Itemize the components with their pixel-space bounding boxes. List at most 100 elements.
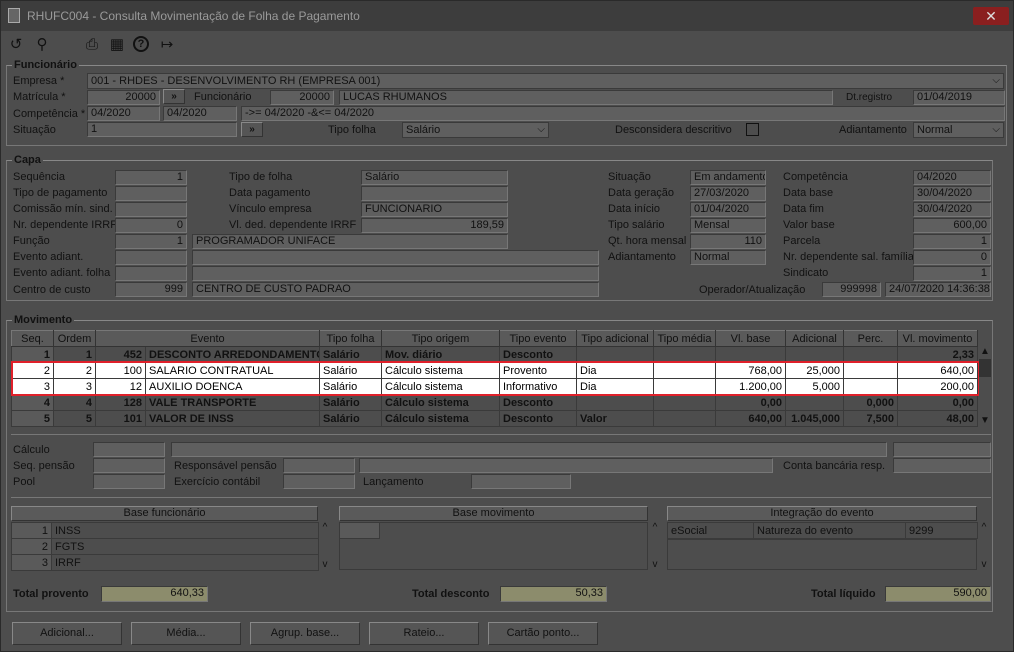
base-funcionario-scrollbar[interactable]: ^ v (319, 522, 331, 570)
scroll-up-icon[interactable]: ^ (649, 522, 661, 533)
perc-cell: 0,000 (843, 394, 898, 411)
base-movimento-list[interactable] (339, 522, 648, 570)
table-row[interactable]: 11452DESCONTO ARREDONDAMENTO SALSalárioM… (11, 346, 978, 363)
col-vlmovimento[interactable]: Vl. movimento (897, 330, 978, 347)
ordem-cell: 2 (53, 362, 96, 379)
integracao-scrollbar[interactable]: ^ v (978, 522, 990, 570)
col-tipomedia[interactable]: Tipo média (653, 330, 716, 347)
tipoevento-cell: Provento (499, 362, 577, 379)
vlmovimento-cell: 2,33 (897, 346, 978, 363)
base-movimento-header: Base movimento (339, 506, 648, 521)
col-tipoevento[interactable]: Tipo evento (499, 330, 577, 347)
datager-label: Data geração (608, 187, 675, 199)
pool-field (93, 474, 165, 489)
scroll-up-icon[interactable]: ^ (319, 522, 331, 533)
seq-cell: 1 (11, 346, 54, 363)
adicional-cell: 5,000 (785, 378, 844, 395)
tipofolha-select[interactable]: Salário ⌵ (402, 122, 549, 138)
table-row[interactable]: 4 4 128 VALE TRANSPORTE Salário Cálculo siste… (11, 394, 978, 411)
vinculo-label: Vínculo empresa (229, 203, 312, 215)
refresh-icon[interactable]: ↺ (7, 36, 25, 54)
help-icon[interactable]: ? (133, 36, 149, 52)
close-button[interactable]: ✕ (973, 7, 1009, 25)
col-ordem[interactable]: Ordem (53, 330, 96, 347)
sequencia-field[interactable]: 1 (115, 170, 187, 185)
nrdep-field: 0 (115, 218, 187, 233)
empresa-select[interactable]: 001 - RHDES - DESENVOLVIMENTO RH (EMPRES… (87, 73, 1004, 89)
scroll-down-icon[interactable]: v (978, 559, 990, 570)
situacao-field[interactable]: 1 (87, 122, 237, 137)
datafim-field: 30/04/2020 (913, 202, 991, 217)
matricula-field[interactable]: 20000 (87, 90, 160, 105)
exercicio-field (283, 474, 355, 489)
scroll-thumb[interactable] (979, 359, 991, 377)
capa-situacao-label: Situação (608, 171, 651, 183)
base-movimento-scrollbar[interactable]: ^ v (649, 522, 661, 570)
competencia-to-field[interactable]: 04/2020 (163, 106, 237, 121)
list-item[interactable]: 1 INSS (11, 522, 319, 539)
sindicato-field: 1 (913, 266, 991, 281)
seqpensao-label: Seq. pensão (13, 460, 75, 472)
scroll-up-icon[interactable]: ^ (978, 522, 990, 533)
funcionario-code-field[interactable]: 20000 (270, 90, 334, 105)
cartao-ponto-button[interactable]: Cartão ponto... (488, 622, 598, 645)
tipomedia-cell (653, 378, 716, 395)
title-bar[interactable]: RHUFC004 - Consulta Movimentação de Folh… (1, 1, 1013, 31)
base-funcionario-header: Base funcionário (11, 506, 318, 521)
media-button[interactable]: Média... (131, 622, 241, 645)
agrup-base-button[interactable]: Agrup. base... (250, 622, 360, 645)
col-evento[interactable]: Evento (95, 330, 320, 347)
base-name: IRRF (51, 554, 319, 571)
movimento-scrollbar[interactable]: ▲ ▼ (979, 346, 991, 426)
app-icon (8, 8, 20, 23)
nrdepsal-label: Nr. dependente sal. família (783, 251, 914, 263)
calculo-field (93, 442, 165, 457)
col-perc[interactable]: Perc. (843, 330, 898, 347)
table-row[interactable]: 3 3 12 AUXILIO DOENCA Salário Cálculo sistema… (11, 378, 978, 395)
integracao-code: 9299 (905, 522, 978, 539)
tipoevento-cell: Desconto (499, 346, 577, 363)
situacao-lookup-button[interactable]: » (241, 122, 263, 137)
tipoadicional-cell (576, 346, 654, 363)
list-item[interactable]: 2 FGTS (11, 538, 319, 555)
evadiantfolha-label: Evento adiant. folha (13, 267, 111, 279)
tipofolha-cell: Salário (319, 346, 382, 363)
col-adicional[interactable]: Adicional (785, 330, 844, 347)
list-item[interactable]: eSocial Natureza do evento 9299 (667, 522, 978, 539)
scroll-up-icon[interactable]: ▲ (979, 346, 991, 357)
total-provento-field: 640,33 (101, 586, 208, 602)
print-icon[interactable]: ⎙ (83, 36, 101, 54)
responsavel-name-field (359, 458, 773, 473)
calendar-icon[interactable]: ▦ (108, 36, 126, 54)
total-desconto-field: 50,33 (500, 586, 607, 602)
exit-icon[interactable]: ↦ (158, 36, 176, 54)
col-tipofolha[interactable]: Tipo folha (319, 330, 382, 347)
table-row[interactable]: 5 5 101 VALOR DE INSS Salário Cálculo sistema… (11, 410, 978, 427)
vlded-label: Vl. ded. dependente IRRF (229, 219, 357, 231)
main-window: RHUFC004 - Consulta Movimentação de Folh… (0, 0, 1014, 652)
col-tipoorigem[interactable]: Tipo origem (381, 330, 500, 347)
adiantamento-select[interactable]: Normal ⌵ (913, 122, 1004, 138)
scroll-down-icon[interactable]: ▼ (979, 415, 991, 426)
col-vlbase[interactable]: Vl. base (715, 330, 786, 347)
evento-name-cell: VALOR DE INSS (145, 410, 320, 427)
evento-code-cell: 101 (95, 410, 146, 427)
list-item[interactable]: 3 IRRF (11, 554, 319, 571)
search-icon[interactable]: ⚲ (33, 36, 51, 54)
col-tipoadicional[interactable]: Tipo adicional (576, 330, 654, 347)
scroll-down-icon[interactable]: v (319, 559, 331, 570)
tipoorigem-cell: Cálculo sistema (381, 378, 500, 395)
scroll-down-icon[interactable]: v (649, 559, 661, 570)
competencia-from-field[interactable]: 04/2020 (87, 106, 160, 121)
col-seq[interactable]: Seq. (11, 330, 54, 347)
ordem-cell: 3 (53, 378, 96, 395)
table-row[interactable]: 2 2 100 SALARIO CONTRATUAL Salário Cálculo si… (11, 362, 978, 379)
desconsidera-checkbox[interactable] (746, 123, 759, 136)
matricula-lookup-button[interactable]: » (163, 89, 185, 104)
capa-adiant-field: Normal (690, 250, 766, 265)
tiposal-field: Mensal (690, 218, 766, 233)
adicional-button[interactable]: Adicional... (12, 622, 122, 645)
rateio-button[interactable]: Rateio... (369, 622, 479, 645)
empresa-label: Empresa * (13, 75, 65, 87)
vlbase-cell (715, 346, 786, 363)
